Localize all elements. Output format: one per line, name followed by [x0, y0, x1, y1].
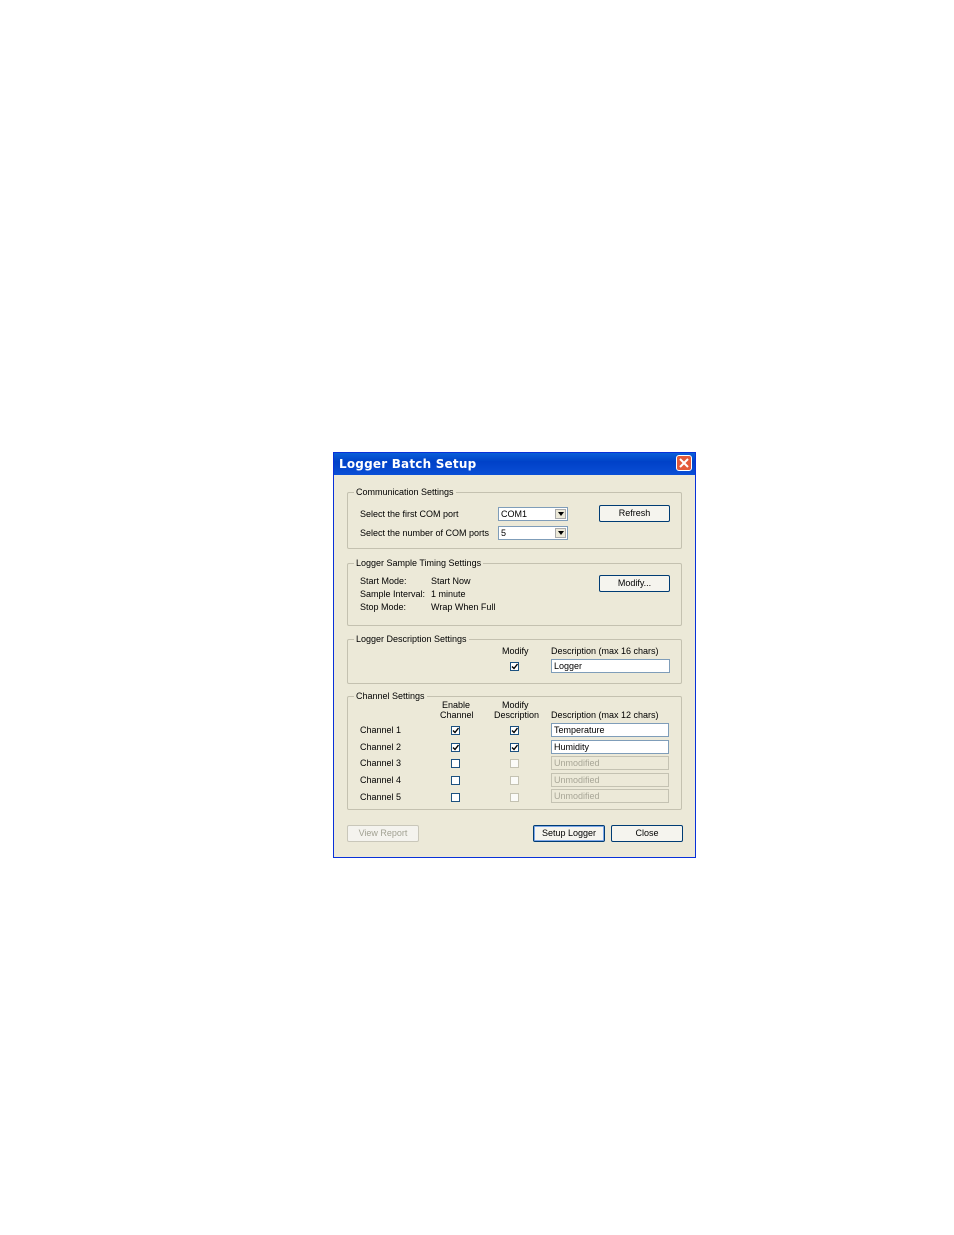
- channel-3-label: Channel 3: [360, 758, 402, 768]
- channel-4-modify-checkbox[interactable]: [510, 776, 519, 785]
- checkmark-icon: [511, 744, 518, 751]
- channel-1-description-value: Temperature: [554, 725, 605, 735]
- stop-mode-value: Wrap When Full: [431, 602, 496, 612]
- communication-settings-legend: Communication Settings: [354, 487, 456, 497]
- checkmark-icon: [452, 744, 459, 751]
- enable-channel-header-2: Channel: [440, 710, 474, 720]
- channel-1-description-input[interactable]: Temperature: [551, 723, 669, 737]
- channel-3-description-value: Unmodified: [554, 758, 600, 768]
- channel-4-label: Channel 4: [360, 775, 402, 785]
- channel-5-modify-checkbox[interactable]: [510, 793, 519, 802]
- num-com-ports-value: 5: [501, 528, 507, 538]
- refresh-button[interactable]: Refresh: [599, 505, 670, 522]
- channel-2-modify-checkbox[interactable]: [510, 743, 519, 752]
- window-title: Logger Batch Setup: [339, 457, 477, 471]
- modify-description-header-2: Description: [494, 710, 540, 720]
- enable-channel-header-1: Enable: [442, 700, 471, 710]
- channel-3-modify-checkbox[interactable]: [510, 759, 519, 768]
- close-icon: [679, 458, 689, 468]
- channel-5-description-input[interactable]: Unmodified: [551, 789, 669, 803]
- channel-4-description-input[interactable]: Unmodified: [551, 773, 669, 787]
- channel-2-description-value: Humidity: [554, 742, 590, 752]
- logger-description-value: Logger: [554, 661, 583, 671]
- channel-2-description-input[interactable]: Humidity: [551, 740, 669, 754]
- checkmark-icon: [452, 727, 459, 734]
- timing-settings-legend: Logger Sample Timing Settings: [354, 558, 484, 568]
- modify-timing-button[interactable]: Modify...: [599, 575, 670, 592]
- logger-batch-setup-dialog: Logger Batch Setup Communication Setting…: [333, 452, 696, 858]
- first-com-port-label: Select the first COM port: [360, 509, 459, 519]
- channel-description-header: Description (max 12 chars): [551, 710, 659, 720]
- channel-5-label: Channel 5: [360, 792, 402, 802]
- first-com-port-value: COM1: [501, 509, 528, 519]
- channel-settings-legend: Channel Settings: [354, 691, 427, 701]
- channel-3-description-input[interactable]: Unmodified: [551, 756, 669, 770]
- channel-1-enable-checkbox[interactable]: [451, 726, 460, 735]
- checkmark-icon: [511, 727, 518, 734]
- sample-interval-value: 1 minute: [431, 589, 466, 599]
- chevron-down-icon[interactable]: [555, 528, 566, 538]
- channel-3-enable-checkbox[interactable]: [451, 759, 460, 768]
- num-com-ports-label: Select the number of COM ports: [360, 528, 490, 538]
- channel-1-modify-checkbox[interactable]: [510, 726, 519, 735]
- channel-2-label: Channel 2: [360, 742, 402, 752]
- close-window-button[interactable]: [676, 455, 692, 471]
- num-com-ports-select[interactable]: 5: [498, 526, 568, 540]
- description-settings-legend: Logger Description Settings: [354, 634, 469, 644]
- modify-header: Modify: [502, 646, 529, 656]
- modify-logger-description-checkbox[interactable]: [510, 662, 519, 671]
- start-mode-value: Start Now: [431, 576, 471, 586]
- title-bar[interactable]: Logger Batch Setup: [334, 453, 695, 475]
- channel-2-enable-checkbox[interactable]: [451, 743, 460, 752]
- channel-4-description-value: Unmodified: [554, 775, 600, 785]
- chevron-down-icon[interactable]: [555, 509, 566, 519]
- sample-interval-label: Sample Interval:: [360, 589, 426, 599]
- view-report-button[interactable]: View Report: [347, 825, 419, 842]
- channel-4-enable-checkbox[interactable]: [451, 776, 460, 785]
- logger-description-input[interactable]: Logger: [551, 659, 670, 673]
- channel-1-label: Channel 1: [360, 725, 402, 735]
- channel-5-enable-checkbox[interactable]: [451, 793, 460, 802]
- channel-5-description-value: Unmodified: [554, 791, 600, 801]
- setup-logger-button[interactable]: Setup Logger: [533, 825, 605, 842]
- stop-mode-label: Stop Mode:: [360, 602, 407, 612]
- modify-description-header-1: Modify: [502, 700, 529, 710]
- start-mode-label: Start Mode:: [360, 576, 407, 586]
- logger-description-header: Description (max 16 chars): [551, 646, 659, 656]
- checkmark-icon: [511, 663, 518, 670]
- first-com-port-select[interactable]: COM1: [498, 507, 568, 521]
- close-button[interactable]: Close: [611, 825, 683, 842]
